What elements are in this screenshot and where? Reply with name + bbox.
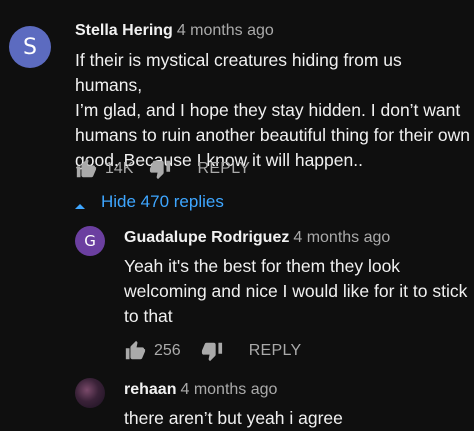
reply-actions: 256 REPLY (124, 339, 301, 363)
reply-header: Guadalupe Rodriguez 4 months ago (124, 229, 390, 247)
reply-text: there aren’t but yeah i agree (124, 406, 469, 431)
thumbs-down-icon[interactable] (201, 340, 223, 362)
reply-time[interactable]: 4 months ago (180, 381, 277, 398)
author-name[interactable]: Guadalupe Rodriguez (124, 229, 289, 246)
comment-header: Stella Hering 4 months ago (75, 22, 274, 40)
comment-text-line: If their is mystical creatures hiding fr… (75, 50, 402, 95)
avatar[interactable] (75, 378, 105, 408)
reply-text-line: there aren’t but yeah i agree (124, 408, 343, 428)
thumbs-down-icon[interactable] (149, 158, 171, 180)
reply-text-line: Yeah it's the best for them they look (124, 256, 401, 276)
reply-text: Yeah it's the best for them they look we… (124, 254, 469, 329)
author-name[interactable]: Stella Hering (75, 22, 173, 39)
reply-button[interactable]: REPLY (197, 160, 250, 178)
hide-replies-button[interactable]: Hide 470 replies (75, 192, 224, 212)
thumbs-up-icon[interactable] (124, 340, 146, 362)
author-name[interactable]: rehaan (124, 381, 176, 398)
avatar-letter: G (84, 232, 96, 250)
thumbs-up-icon[interactable] (75, 158, 97, 180)
reply-button[interactable]: REPLY (249, 342, 302, 360)
comment-text-line: I’m glad, and I hope they stay hidden. I… (75, 100, 461, 120)
avatar-letter: S (23, 34, 37, 60)
avatar[interactable]: G (75, 226, 105, 256)
comment-actions: 14K REPLY (75, 157, 250, 181)
hide-replies-label: Hide 470 replies (101, 192, 224, 211)
comment-text: If their is mystical creatures hiding fr… (75, 48, 470, 173)
caret-up-icon (75, 197, 85, 209)
avatar[interactable]: S (9, 26, 51, 68)
reply-text-line: to that (124, 306, 173, 326)
reply-header: rehaan 4 months ago (124, 381, 277, 399)
comment-time[interactable]: 4 months ago (177, 22, 274, 39)
reply-time[interactable]: 4 months ago (293, 229, 390, 246)
reply-text-line: welcoming and nice I would like for it t… (124, 281, 468, 301)
comment-text-line: humans to ruin another beautiful thing f… (75, 125, 470, 145)
like-count: 14K (105, 160, 134, 177)
like-count: 256 (154, 342, 181, 359)
